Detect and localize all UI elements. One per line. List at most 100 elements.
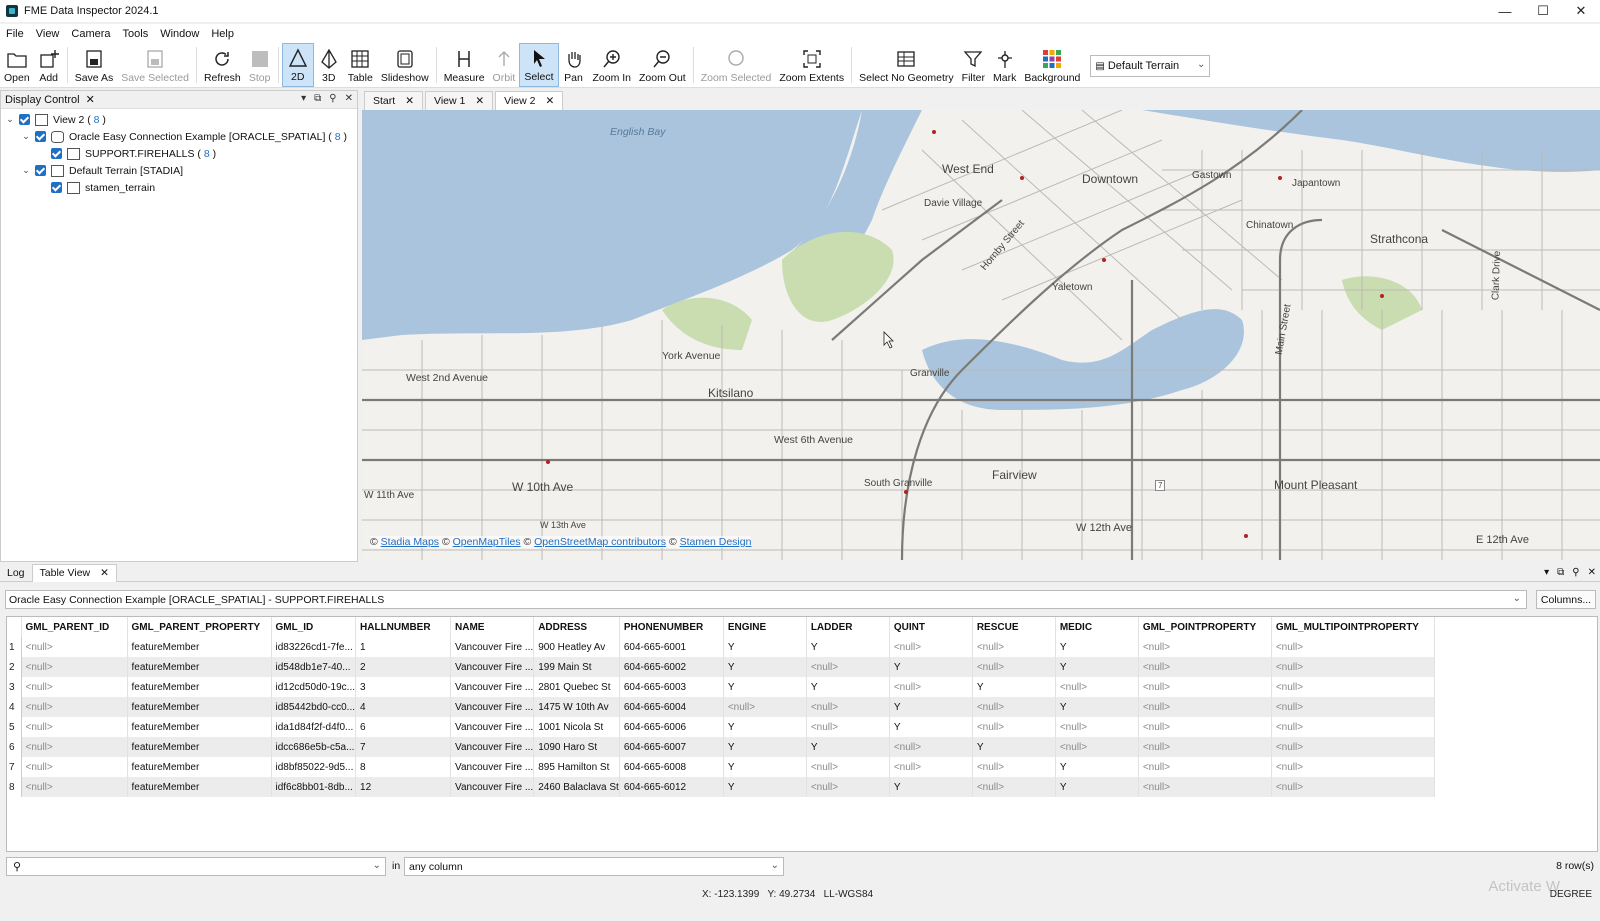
table-cell[interactable]: <null> xyxy=(1138,677,1272,697)
minimize-button[interactable]: — xyxy=(1486,0,1524,22)
table-cell[interactable]: 12 xyxy=(355,777,452,797)
menu-view[interactable]: View xyxy=(30,28,66,40)
table-cell[interactable]: Y xyxy=(1055,777,1139,797)
chevron-down-icon[interactable]: ▾ xyxy=(301,93,306,104)
checkbox[interactable] xyxy=(35,165,46,176)
row-number[interactable]: 8 xyxy=(7,777,22,797)
filter-button[interactable]: Filter xyxy=(958,43,989,87)
table-cell[interactable]: 900 Heatley Av xyxy=(533,637,620,657)
table-cell[interactable]: <null> xyxy=(806,757,890,777)
table-cell[interactable]: id85442bd0-cc0... xyxy=(271,697,357,717)
table-cell[interactable]: Y xyxy=(1055,637,1139,657)
table-cell[interactable]: Y xyxy=(1055,657,1139,677)
row-number[interactable]: 5 xyxy=(7,717,22,737)
table-cell[interactable]: 2 xyxy=(355,657,452,677)
column-header[interactable]: GML_PARENT_PROPERTY xyxy=(127,617,272,637)
checkbox[interactable] xyxy=(19,114,30,125)
table-cell[interactable]: 6 xyxy=(355,717,452,737)
table-cell[interactable]: Y xyxy=(806,677,890,697)
column-header[interactable]: RESCUE xyxy=(972,617,1056,637)
table-cell[interactable]: Y xyxy=(723,637,807,657)
table-cell[interactable]: <null> xyxy=(889,757,973,777)
table-cell[interactable]: <null> xyxy=(972,637,1056,657)
table-cell[interactable]: Vancouver Fire ... xyxy=(450,777,535,797)
collapse-icon[interactable]: ⌄ xyxy=(5,114,15,125)
table-cell[interactable]: featureMember xyxy=(127,637,272,657)
table-cell[interactable]: <null> xyxy=(21,777,128,797)
table-cell[interactable]: <null> xyxy=(21,657,128,677)
table-cell[interactable]: <null> xyxy=(21,697,128,717)
pin-icon[interactable]: ⚲ xyxy=(329,93,336,104)
table-cell[interactable]: 604-665-6006 xyxy=(619,717,724,737)
table-cell[interactable]: featureMember xyxy=(127,677,272,697)
table-cell[interactable]: 1090 Haro St xyxy=(533,737,620,757)
openmaptiles-link[interactable]: OpenMapTiles xyxy=(453,536,521,548)
table-cell[interactable]: 1 xyxy=(355,637,452,657)
table-cell[interactable]: 2460 Balaclava St xyxy=(533,777,620,797)
table-cell[interactable]: <null> xyxy=(806,657,890,677)
table-row[interactable]: 5 <null> featureMember ida1d84f2f-d4f0... 6 V… xyxy=(7,717,1435,737)
zoom-in-button[interactable]: Zoom In xyxy=(589,43,636,87)
table-cell[interactable]: <null> xyxy=(972,757,1056,777)
table-cell[interactable]: id83226cd1-7fe... xyxy=(271,637,357,657)
table-cell[interactable]: <null> xyxy=(1271,697,1435,717)
table-row[interactable]: 1 <null> featureMember id83226cd1-7fe... 1 Va… xyxy=(7,637,1435,657)
table-cell[interactable]: Y xyxy=(972,677,1056,697)
add-button[interactable]: Add xyxy=(34,43,64,87)
table-cell[interactable]: <null> xyxy=(1138,717,1272,737)
column-header[interactable]: GML_ID xyxy=(271,617,357,637)
table-cell[interactable]: 895 Hamilton St xyxy=(533,757,620,777)
save-selected-button[interactable]: Save Selected xyxy=(117,43,193,87)
stadia-maps-link[interactable]: Stadia Maps xyxy=(381,536,439,548)
close-icon[interactable]: ✕ xyxy=(100,567,109,579)
tab-view-1[interactable]: View 1 ✕ xyxy=(425,91,494,110)
zoom-out-button[interactable]: Zoom Out xyxy=(635,43,690,87)
table-cell[interactable]: featureMember xyxy=(127,697,272,717)
close-icon[interactable]: ✕ xyxy=(545,95,554,107)
column-header[interactable]: ADDRESS xyxy=(533,617,620,637)
table-cell[interactable]: Y xyxy=(723,677,807,697)
table-cell[interactable]: <null> xyxy=(1271,777,1435,797)
3d-button[interactable]: 3D xyxy=(314,43,344,87)
table-cell[interactable]: 604-665-6012 xyxy=(619,777,724,797)
table-cell[interactable]: <null> xyxy=(1138,777,1272,797)
pan-button[interactable]: Pan xyxy=(559,43,589,87)
float-panel-icon[interactable]: ⧉ xyxy=(314,93,321,104)
table-cell[interactable]: Y xyxy=(806,737,890,757)
table-cell[interactable]: <null> xyxy=(21,677,128,697)
zoom-selected-button[interactable]: Zoom Selected xyxy=(697,43,776,87)
table-cell[interactable]: Y xyxy=(723,657,807,677)
menu-help[interactable]: Help xyxy=(205,28,240,40)
table-cell[interactable]: <null> xyxy=(806,777,890,797)
table-cell[interactable]: 604-665-6007 xyxy=(619,737,724,757)
table-cell[interactable]: 2801 Quebec St xyxy=(533,677,620,697)
table-cell[interactable]: <null> xyxy=(972,717,1056,737)
table-cell[interactable]: Y xyxy=(1055,757,1139,777)
table-cell[interactable]: <null> xyxy=(21,637,128,657)
table-cell[interactable]: <null> xyxy=(1138,697,1272,717)
column-header[interactable]: NAME xyxy=(450,617,535,637)
search-column-select[interactable]: any column ⌄ xyxy=(404,857,784,876)
column-header[interactable]: QUINT xyxy=(889,617,973,637)
tab-start[interactable]: Start ✕ xyxy=(364,91,423,110)
table-cell[interactable]: <null> xyxy=(1055,717,1139,737)
table-row[interactable]: 3 <null> featureMember id12cd50d0-19c... 3 Va… xyxy=(7,677,1435,697)
table-cell[interactable]: Y xyxy=(723,737,807,757)
menu-tools[interactable]: Tools xyxy=(117,28,155,40)
table-cell[interactable]: 199 Main St xyxy=(533,657,620,677)
table-cell[interactable]: <null> xyxy=(723,697,807,717)
table-cell[interactable]: 604-665-6003 xyxy=(619,677,724,697)
float-panel-icon[interactable]: ⧉ xyxy=(1557,567,1564,578)
close-icon[interactable]: ✕ xyxy=(405,95,414,107)
table-cell[interactable]: 604-665-6004 xyxy=(619,697,724,717)
table-cell[interactable]: <null> xyxy=(1271,737,1435,757)
table-cell[interactable]: featureMember xyxy=(127,737,272,757)
tree-item-stamen-terrain[interactable]: stamen_terrain xyxy=(1,179,357,196)
table-cell[interactable]: Vancouver Fire ... xyxy=(450,657,535,677)
table-cell[interactable]: Y xyxy=(1055,697,1139,717)
pin-icon[interactable]: ⚲ xyxy=(1572,567,1579,578)
table-row[interactable]: 2 <null> featureMember id548db1e7-40... 2 Van… xyxy=(7,657,1435,677)
close-window-button[interactable]: ✕ xyxy=(1562,0,1600,22)
tab-log[interactable]: Log xyxy=(0,564,32,582)
tree-item-oracle-connection[interactable]: ⌄ Oracle Easy Connection Example [ORACLE… xyxy=(1,128,357,145)
